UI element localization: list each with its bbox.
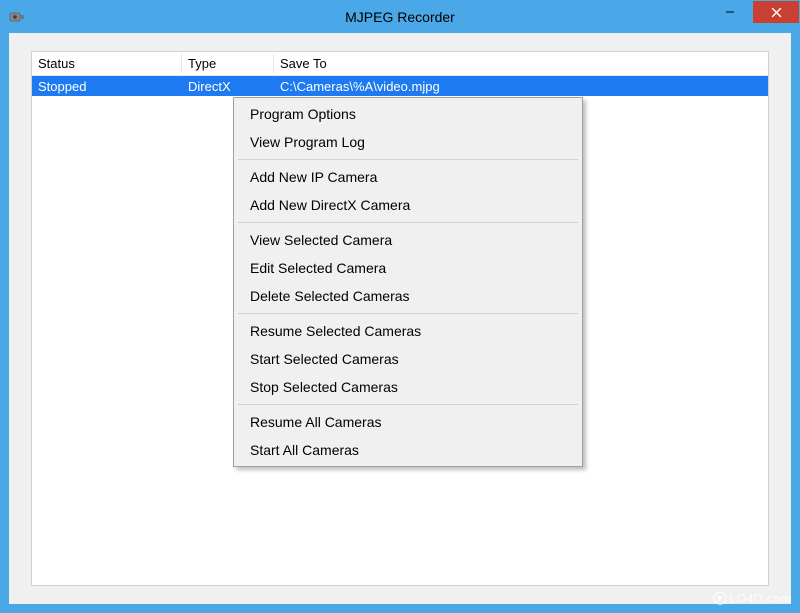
menu-delete-selected-cameras[interactable]: Delete Selected Cameras	[236, 282, 580, 310]
menu-resume-selected-cameras[interactable]: Resume Selected Cameras	[236, 317, 580, 345]
menu-separator	[238, 159, 578, 160]
titlebar[interactable]: MJPEG Recorder	[1, 1, 799, 33]
context-menu: Program Options View Program Log Add New…	[233, 97, 583, 467]
watermark-text: LO4D.com	[730, 592, 791, 606]
menu-start-all-cameras[interactable]: Start All Cameras	[236, 436, 580, 464]
menu-stop-selected-cameras[interactable]: Stop Selected Cameras	[236, 373, 580, 401]
menu-separator	[238, 313, 578, 314]
menu-separator	[238, 404, 578, 405]
menu-add-directx-camera[interactable]: Add New DirectX Camera	[236, 191, 580, 219]
close-button[interactable]	[753, 1, 799, 23]
menu-start-selected-cameras[interactable]: Start Selected Cameras	[236, 345, 580, 373]
watermark: LO4D.com	[713, 591, 791, 608]
menu-separator	[238, 222, 578, 223]
window-controls	[707, 1, 799, 23]
column-header-status[interactable]: Status	[32, 54, 182, 73]
menu-resume-all-cameras[interactable]: Resume All Cameras	[236, 408, 580, 436]
app-window: MJPEG Recorder Status Type Save To Stopp…	[0, 0, 800, 613]
menu-view-program-log[interactable]: View Program Log	[236, 128, 580, 156]
minimize-button[interactable]	[707, 1, 753, 23]
menu-add-ip-camera[interactable]: Add New IP Camera	[236, 163, 580, 191]
menu-program-options[interactable]: Program Options	[236, 100, 580, 128]
column-header-type[interactable]: Type	[182, 54, 274, 73]
cell-save-to: C:\Cameras\%A\video.mjpg	[274, 79, 768, 94]
menu-view-selected-camera[interactable]: View Selected Camera	[236, 226, 580, 254]
table-row[interactable]: Stopped DirectX C:\Cameras\%A\video.mjpg	[32, 76, 768, 96]
watermark-icon	[713, 591, 727, 608]
app-icon	[9, 9, 25, 25]
menu-edit-selected-camera[interactable]: Edit Selected Camera	[236, 254, 580, 282]
table-header: Status Type Save To	[32, 52, 768, 76]
cell-status: Stopped	[32, 79, 182, 94]
cell-type: DirectX	[182, 79, 274, 94]
column-header-save-to[interactable]: Save To	[274, 54, 768, 73]
window-title: MJPEG Recorder	[1, 9, 799, 25]
